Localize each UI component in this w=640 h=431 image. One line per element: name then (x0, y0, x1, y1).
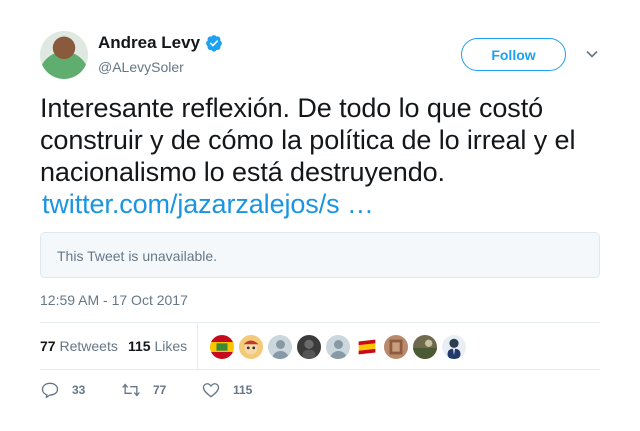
author-name-row: Andrea Levy (98, 33, 223, 53)
tweet-body: Interesante reflexión. De todo lo que co… (40, 93, 576, 187)
author-display-name[interactable]: Andrea Levy (98, 33, 200, 53)
retweets-count: 77 (40, 338, 56, 354)
reply-icon (41, 382, 59, 399)
tweet-timestamp[interactable]: 12:59 AM - 17 Oct 2017 (40, 292, 188, 308)
retweets-label: Retweets (59, 338, 118, 354)
liker-avatar-landscape[interactable] (412, 334, 438, 360)
retweet-icon (122, 383, 140, 397)
quoted-tweet-unavailable: This Tweet is unavailable. (40, 232, 600, 278)
retweet-count: 77 (153, 383, 167, 397)
heart-icon (202, 383, 220, 398)
reply-action[interactable]: 33 (40, 380, 85, 400)
liker-avatar-dark[interactable] (296, 334, 322, 360)
tweet-stats: 77 Retweets 115 Likes (40, 322, 600, 370)
verified-badge-icon (205, 34, 223, 52)
retweets-stat[interactable]: 77 Retweets (40, 338, 118, 354)
stats-divider (197, 323, 198, 369)
retweet-action[interactable]: 77 (121, 380, 166, 400)
author-avatar[interactable] (40, 31, 88, 79)
likes-label: Likes (154, 338, 188, 354)
liker-avatar-person[interactable] (441, 334, 467, 360)
liker-avatar-photo[interactable] (383, 334, 409, 360)
reply-count: 33 (72, 383, 86, 397)
tweet-header: Andrea Levy @ALevySoler Follow (40, 31, 600, 81)
tweet-actions: 33 77 115 (40, 380, 600, 404)
author-handle[interactable]: @ALevySoler (98, 59, 184, 75)
tweet-text: Interesante reflexión. De todo lo que co… (40, 92, 610, 220)
likes-stat[interactable]: 115 Likes (128, 338, 187, 354)
like-action[interactable]: 115 (201, 380, 252, 400)
liker-avatar-cartoon[interactable] (238, 334, 264, 360)
chevron-down-icon[interactable] (585, 47, 599, 61)
liker-avatar-flag[interactable] (209, 334, 235, 360)
liker-avatar-default-2[interactable] (325, 334, 351, 360)
liker-avatar-spain-flag[interactable] (354, 334, 380, 360)
follow-button[interactable]: Follow (461, 38, 566, 71)
like-count: 115 (233, 383, 253, 397)
tweet-link[interactable]: twitter.com/jazarzalejos/s … (42, 189, 374, 219)
liker-avatar-default[interactable] (267, 334, 293, 360)
likes-count: 115 (128, 338, 151, 354)
